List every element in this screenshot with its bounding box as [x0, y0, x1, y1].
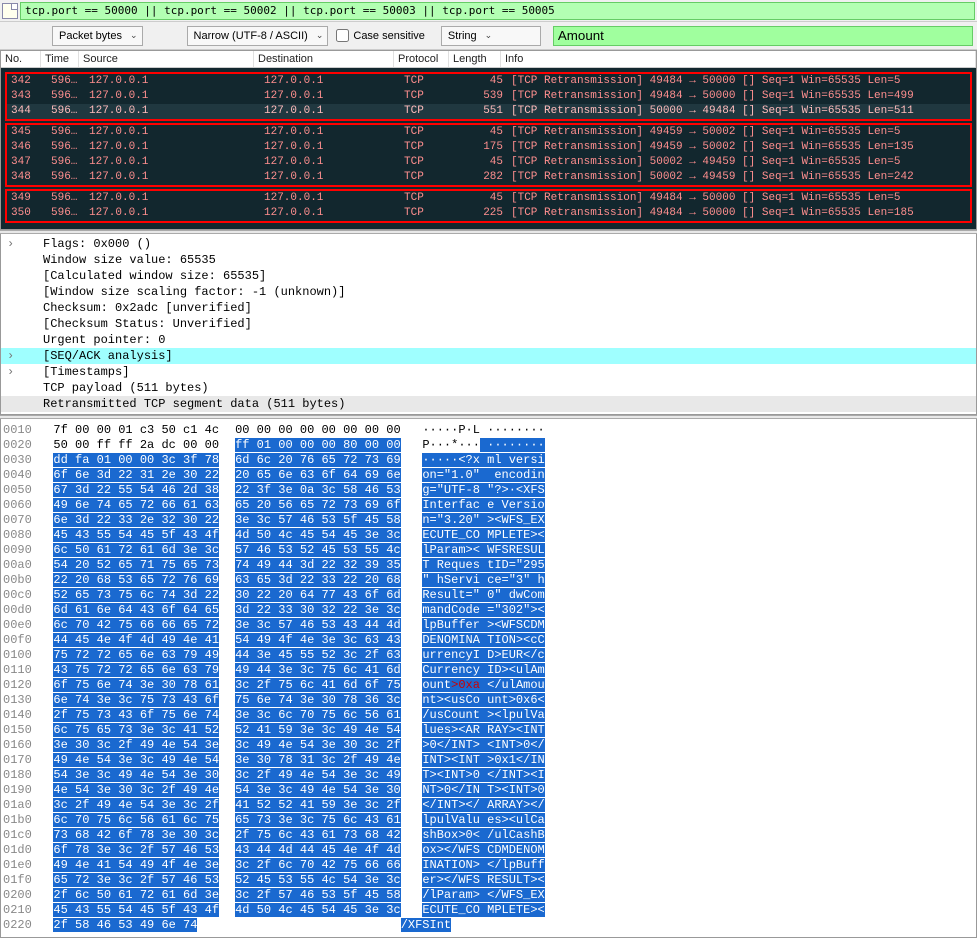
hex-row[interactable]: 0060 49 6e 74 65 72 66 61 6365 20 56 65 … [3, 498, 974, 513]
hex-row[interactable]: 00a0 54 20 52 65 71 75 65 7374 49 44 3d … [3, 558, 974, 573]
expand-icon[interactable]: › [7, 365, 21, 379]
encoding-combo[interactable]: Narrow (UTF-8 / ASCII)⌄ [187, 26, 329, 46]
search-in-combo[interactable]: Packet bytes⌄ [52, 26, 143, 46]
hex-row[interactable]: 00e0 6c 70 42 75 66 66 65 723e 3c 57 46 … [3, 618, 974, 633]
packet-row[interactable]: 350596…127.0.0.1127.0.0.1TCP225[TCP Retr… [7, 206, 970, 221]
hex-row[interactable]: 0040 6f 6e 3d 22 31 2e 30 2220 65 6e 63 … [3, 468, 974, 483]
hex-row[interactable]: 01b0 6c 70 75 6c 56 61 6c 7565 73 3e 3c … [3, 813, 974, 828]
find-toolbar: Packet bytes⌄ Narrow (UTF-8 / ASCII)⌄ Ca… [0, 22, 977, 50]
hex-row[interactable]: 00c0 52 65 73 75 6c 74 3d 2230 22 20 64 … [3, 588, 974, 603]
tree-item[interactable]: ›Flags: 0x000 () [1, 236, 976, 252]
datatype-combo[interactable]: String⌄ [441, 26, 541, 46]
tree-item[interactable]: Urgent pointer: 0 [1, 332, 976, 348]
packet-row[interactable]: 348596…127.0.0.1127.0.0.1TCP282[TCP Retr… [7, 170, 970, 185]
packet-bytes-hex: 0010 7f 00 00 01 c3 50 c1 4c00 00 00 00 … [0, 419, 977, 938]
filter-toolbar [0, 0, 977, 22]
hex-row[interactable]: 0180 54 3e 3c 49 4e 54 3e 303c 2f 49 4e … [3, 768, 974, 783]
hex-row[interactable]: 0190 4e 54 3e 30 3c 2f 49 4e54 3e 3c 49 … [3, 783, 974, 798]
hex-row[interactable]: 0160 3e 30 3c 2f 49 4e 54 3e3c 49 4e 54 … [3, 738, 974, 753]
hex-row[interactable]: 0140 2f 75 73 43 6f 75 6e 743e 3c 6c 70 … [3, 708, 974, 723]
packet-row[interactable]: 345596…127.0.0.1127.0.0.1TCP45[TCP Retra… [7, 125, 970, 140]
search-input[interactable] [553, 26, 973, 46]
packet-list-header[interactable]: No. Time Source Destination Protocol Len… [1, 51, 976, 68]
hex-row[interactable]: 0200 2f 6c 50 61 72 61 6d 3e3c 2f 57 46 … [3, 888, 974, 903]
hex-row[interactable]: 0150 6c 75 65 73 3e 3c 41 5252 41 59 3e … [3, 723, 974, 738]
hex-row[interactable]: 0080 45 43 55 54 45 5f 43 4f4d 50 4c 45 … [3, 528, 974, 543]
hex-row[interactable]: 01e0 49 4e 41 54 49 4f 4e 3e3c 2f 6c 70 … [3, 858, 974, 873]
tree-item[interactable]: TCP payload (511 bytes) [1, 380, 976, 396]
chevron-down-icon: ⌄ [485, 30, 493, 41]
packet-row[interactable]: 346596…127.0.0.1127.0.0.1TCP175[TCP Retr… [7, 140, 970, 155]
hex-row[interactable]: 0120 6f 75 6e 74 3e 30 78 613c 2f 75 6c … [3, 678, 974, 693]
hex-row[interactable]: 0110 43 75 72 72 65 6e 63 7949 44 3e 3c … [3, 663, 974, 678]
hex-row[interactable]: 0070 6e 3d 22 33 2e 32 30 223e 3c 57 46 … [3, 513, 974, 528]
hex-row[interactable]: 0130 6e 74 3e 3c 75 73 43 6f75 6e 74 3e … [3, 693, 974, 708]
col-dst[interactable]: Destination [254, 51, 394, 67]
col-proto[interactable]: Protocol [394, 51, 449, 67]
hex-row[interactable]: 0020 50 00 ff ff 2a dc 00 00ff 01 00 00 … [3, 438, 974, 453]
chevron-down-icon: ⌄ [316, 30, 324, 41]
packet-row[interactable]: 343596…127.0.0.1127.0.0.1TCP539[TCP Retr… [7, 89, 970, 104]
tree-item[interactable]: [Calculated window size: 65535] [1, 268, 976, 284]
hex-row[interactable]: 0030 dd fa 01 00 00 3c 3f 786d 6c 20 76 … [3, 453, 974, 468]
hex-row[interactable]: 00f0 44 45 4e 4f 4d 49 4e 4154 49 4f 4e … [3, 633, 974, 648]
hex-row[interactable]: 0170 49 4e 54 3e 3c 49 4e 543e 30 78 31 … [3, 753, 974, 768]
hex-row[interactable]: 01c0 73 68 42 6f 78 3e 30 3c2f 75 6c 43 … [3, 828, 974, 843]
col-info[interactable]: Info [501, 51, 976, 67]
packet-row[interactable]: 349596…127.0.0.1127.0.0.1TCP45[TCP Retra… [7, 191, 970, 206]
col-len[interactable]: Length [449, 51, 501, 67]
case-sensitive-checkbox[interactable]: Case sensitive [336, 26, 425, 46]
tree-item[interactable]: Retransmitted TCP segment data (511 byte… [1, 396, 976, 412]
col-time[interactable]: Time [41, 51, 79, 67]
hex-row[interactable]: 01a0 3c 2f 49 4e 54 3e 3c 2f41 52 52 41 … [3, 798, 974, 813]
tree-item[interactable]: Window size value: 65535 [1, 252, 976, 268]
expand-icon[interactable]: › [7, 349, 21, 363]
hex-row[interactable]: 0100 75 72 72 65 6e 63 79 4944 3e 45 55 … [3, 648, 974, 663]
packet-row[interactable]: 347596…127.0.0.1127.0.0.1TCP45[TCP Retra… [7, 155, 970, 170]
tree-item[interactable]: ›[SEQ/ACK analysis] [1, 348, 976, 364]
hex-row[interactable]: 01d0 6f 78 3e 3c 2f 57 46 5343 44 4d 44 … [3, 843, 974, 858]
tree-item[interactable]: [Window size scaling factor: -1 (unknown… [1, 284, 976, 300]
chevron-down-icon: ⌄ [130, 30, 138, 41]
packet-details-tree: ›Flags: 0x000 ()Window size value: 65535… [0, 234, 977, 415]
tree-item[interactable]: [Checksum Status: Unverified] [1, 316, 976, 332]
hex-row[interactable]: 00b0 22 20 68 53 65 72 76 6963 65 3d 22 … [3, 573, 974, 588]
expand-icon[interactable]: › [7, 237, 21, 251]
hex-row[interactable]: 00d0 6d 61 6e 64 43 6f 64 653d 22 33 30 … [3, 603, 974, 618]
hex-row[interactable]: 0220 2f 58 46 53 49 6e 74 /XFSInt [3, 918, 974, 933]
hex-row[interactable]: 0090 6c 50 61 72 61 6d 3e 3c57 46 53 52 … [3, 543, 974, 558]
hex-row[interactable]: 0010 7f 00 00 01 c3 50 c1 4c00 00 00 00 … [3, 423, 974, 438]
display-filter-input[interactable] [20, 2, 975, 20]
tree-item[interactable]: Checksum: 0x2adc [unverified] [1, 300, 976, 316]
col-no[interactable]: No. [1, 51, 41, 67]
col-src[interactable]: Source [79, 51, 254, 67]
hex-row[interactable]: 01f0 65 72 3e 3c 2f 57 46 5352 45 53 55 … [3, 873, 974, 888]
packet-row[interactable]: 342596…127.0.0.1127.0.0.1TCP45[TCP Retra… [7, 74, 970, 89]
hex-row[interactable]: 0050 67 3d 22 55 54 46 2d 3822 3f 3e 0a … [3, 483, 974, 498]
hex-row[interactable]: 0210 45 43 55 54 45 5f 43 4f4d 50 4c 45 … [3, 903, 974, 918]
bookmark-icon[interactable] [2, 3, 18, 19]
packet-row[interactable]: 344596…127.0.0.1127.0.0.1TCP551[TCP Retr… [7, 104, 970, 119]
tree-item[interactable]: ›[Timestamps] [1, 364, 976, 380]
packet-list: No. Time Source Destination Protocol Len… [0, 50, 977, 230]
